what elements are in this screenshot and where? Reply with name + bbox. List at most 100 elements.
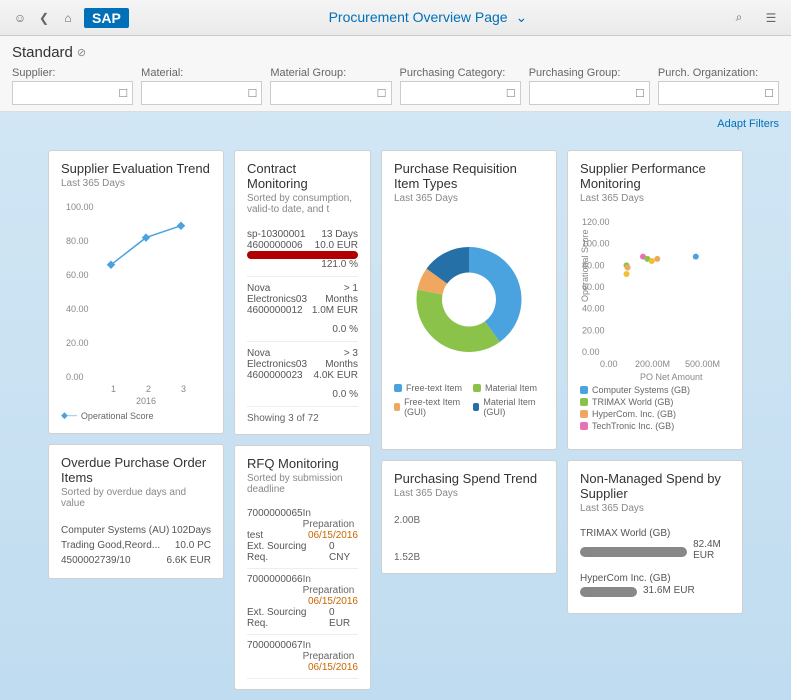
search-icon[interactable]: ⌕: [727, 6, 751, 30]
filter-label: Material Group:: [270, 67, 391, 79]
card-subtitle: Last 365 Days: [394, 488, 544, 499]
svg-text:500.00M: 500.00M: [685, 359, 720, 369]
filter-label: Supplier:: [12, 67, 133, 79]
nms-item[interactable]: HyperCom Inc. (GB) 31.6M EUR: [580, 567, 730, 603]
card-pr-item-types[interactable]: Purchase Requisition Item Types Last 365…: [381, 150, 557, 450]
svg-text:200.00M: 200.00M: [635, 359, 670, 369]
card-title: RFQ Monitoring: [247, 456, 358, 471]
legend-item: TRIMAX World (GB): [580, 397, 730, 407]
svg-text:60.00: 60.00: [66, 270, 89, 280]
adapt-filters-row: Adapt Filters: [0, 112, 791, 140]
card-subtitle: Last 365 Days: [394, 193, 544, 204]
shell-header: ☺ ❮ ⌂ SAP Procurement Overview Page ⌄ ⌕ …: [0, 0, 791, 36]
rfq-item[interactable]: 7000000067In Preparation 06/15/2016: [247, 635, 358, 679]
spend-val-1: 2.00B: [394, 507, 544, 534]
showing-text: Showing 3 of 72: [247, 407, 358, 424]
card-subtitle: Sorted by submission deadline: [247, 473, 358, 495]
filter-field: Material: ☐: [141, 67, 262, 105]
card-title: Supplier Performance Monitoring: [580, 161, 730, 191]
filter-label: Purchasing Group:: [529, 67, 650, 79]
card-supplier-eval[interactable]: Supplier Evaluation Trend Last 365 Days …: [48, 150, 224, 434]
cards-container: Supplier Evaluation Trend Last 365 Days …: [0, 140, 791, 700]
legend-item: TechTronic Inc. (GB): [580, 421, 730, 431]
svg-text:20.00: 20.00: [582, 325, 605, 335]
legend-item: Computer Systems (GB): [580, 385, 730, 395]
rfq-item[interactable]: 7000000066In Preparation 06/15/2016 Ext.…: [247, 569, 358, 635]
svg-text:0.00: 0.00: [582, 347, 600, 357]
filter-field: Purchasing Group: ☐: [529, 67, 650, 105]
svg-text:20.00: 20.00: [66, 338, 89, 348]
back-icon[interactable]: ❮: [32, 6, 56, 30]
page-title-text: Procurement Overview Page: [329, 9, 508, 25]
card-title: Purchase Requisition Item Types: [394, 161, 544, 191]
svg-text:40.00: 40.00: [582, 304, 605, 314]
svg-text:2016: 2016: [136, 396, 156, 406]
nms-item[interactable]: TRIMAX World (GB) 82.4M EUR: [580, 522, 730, 567]
filter-field: Purch. Organization: ☐: [658, 67, 779, 105]
svg-text:100.00: 100.00: [66, 202, 94, 212]
user-icon[interactable]: ☺: [8, 6, 32, 30]
variant-selector[interactable]: Standard ⊘: [12, 44, 779, 61]
scatter-chart: 0.0020.0040.0060.0080.00100.00120.00 0.0…: [580, 212, 730, 382]
filter-label: Material:: [141, 67, 262, 79]
card-title: Overdue Purchase Order Items: [61, 455, 211, 485]
svg-text:80.00: 80.00: [66, 236, 89, 246]
spend-val-2: 1.52B: [394, 534, 544, 563]
contract-item[interactable]: Nova Electronics03> 1 Months 46000000121…: [247, 277, 358, 342]
sap-logo: SAP: [84, 8, 129, 28]
contract-item[interactable]: Nova Electronics03> 3 Months 46000000234…: [247, 342, 358, 407]
filter-label: Purchasing Category:: [400, 67, 521, 79]
filter-input[interactable]: ☐: [529, 81, 650, 105]
adapt-filters-link[interactable]: Adapt Filters: [717, 118, 779, 130]
svg-text:3: 3: [181, 384, 186, 394]
svg-text:0.00: 0.00: [600, 359, 618, 369]
variant-label: Standard: [12, 44, 73, 61]
svg-text:PO Net Amount: PO Net Amount: [640, 372, 703, 382]
card-title: Contract Monitoring: [247, 161, 358, 191]
contract-item[interactable]: sp-1030000113 Days 460000000610.0 EUR 12…: [247, 223, 358, 277]
filter-input[interactable]: ☐: [400, 81, 521, 105]
card-rfq-monitoring[interactable]: RFQ Monitoring Sorted by submission dead…: [234, 445, 371, 690]
menu-icon[interactable]: ☰: [759, 6, 783, 30]
card-title: Supplier Evaluation Trend: [61, 161, 211, 176]
card-contract-monitoring[interactable]: Contract Monitoring Sorted by consumptio…: [234, 150, 371, 435]
line-chart: 0.00 20.00 40.00 60.00 80.00 100.00 1 2 3 2016: [61, 197, 211, 407]
legend-item: Free-text Item: [394, 383, 465, 393]
filter-field: Material Group: ☐: [270, 67, 391, 105]
legend-item: Free-text Item (GUI): [394, 397, 465, 417]
card-subtitle: Last 365 Days: [580, 503, 730, 514]
card-spend-trend[interactable]: Purchasing Spend Trend Last 365 Days 2.0…: [381, 460, 557, 574]
legend-item: Material Item (GUI): [473, 397, 544, 417]
card-supplier-performance[interactable]: Supplier Performance Monitoring Last 365…: [567, 150, 743, 450]
card-title: Purchasing Spend Trend: [394, 471, 544, 486]
filter-input[interactable]: ☐: [141, 81, 262, 105]
svg-text:Operational Score: Operational Score: [580, 229, 590, 302]
filter-label: Purch. Organization:: [658, 67, 779, 79]
card-subtitle: Sorted by overdue days and value: [61, 487, 211, 509]
legend-item: Material Item: [473, 383, 544, 393]
filter-input[interactable]: ☐: [270, 81, 391, 105]
filter-field: Supplier: ☐: [12, 67, 133, 105]
opo-item[interactable]: Computer Systems (AU)102Days Trading Goo…: [61, 517, 211, 568]
pin-icon: ⊘: [77, 46, 86, 59]
filter-input[interactable]: ☐: [658, 81, 779, 105]
home-icon[interactable]: ⌂: [56, 6, 80, 30]
svg-text:40.00: 40.00: [66, 304, 89, 314]
card-subtitle: Last 365 Days: [580, 193, 730, 204]
svg-text:0.00: 0.00: [66, 372, 84, 382]
rfq-item[interactable]: 7000000065In Preparation test06/15/2016 …: [247, 503, 358, 569]
legend-item: HyperCom. Inc. (GB): [580, 409, 730, 419]
legend-operational-score: ◆—Operational Score: [61, 410, 211, 421]
card-subtitle: Last 365 Days: [61, 178, 211, 189]
card-title: Non-Managed Spend by Supplier: [580, 471, 730, 501]
filter-bar: Standard ⊘ Supplier: ☐ Material: ☐ Mater…: [0, 36, 791, 112]
filter-input[interactable]: ☐: [12, 81, 133, 105]
svg-text:120.00: 120.00: [582, 217, 610, 227]
page-title[interactable]: Procurement Overview Page ⌄: [129, 9, 727, 26]
donut-chart: [394, 212, 544, 372]
svg-text:1: 1: [111, 384, 116, 394]
svg-text:2: 2: [146, 384, 151, 394]
card-subtitle: Sorted by consumption, valid-to date, an…: [247, 193, 358, 215]
card-non-managed-spend[interactable]: Non-Managed Spend by Supplier Last 365 D…: [567, 460, 743, 614]
card-overdue-po[interactable]: Overdue Purchase Order Items Sorted by o…: [48, 444, 224, 579]
